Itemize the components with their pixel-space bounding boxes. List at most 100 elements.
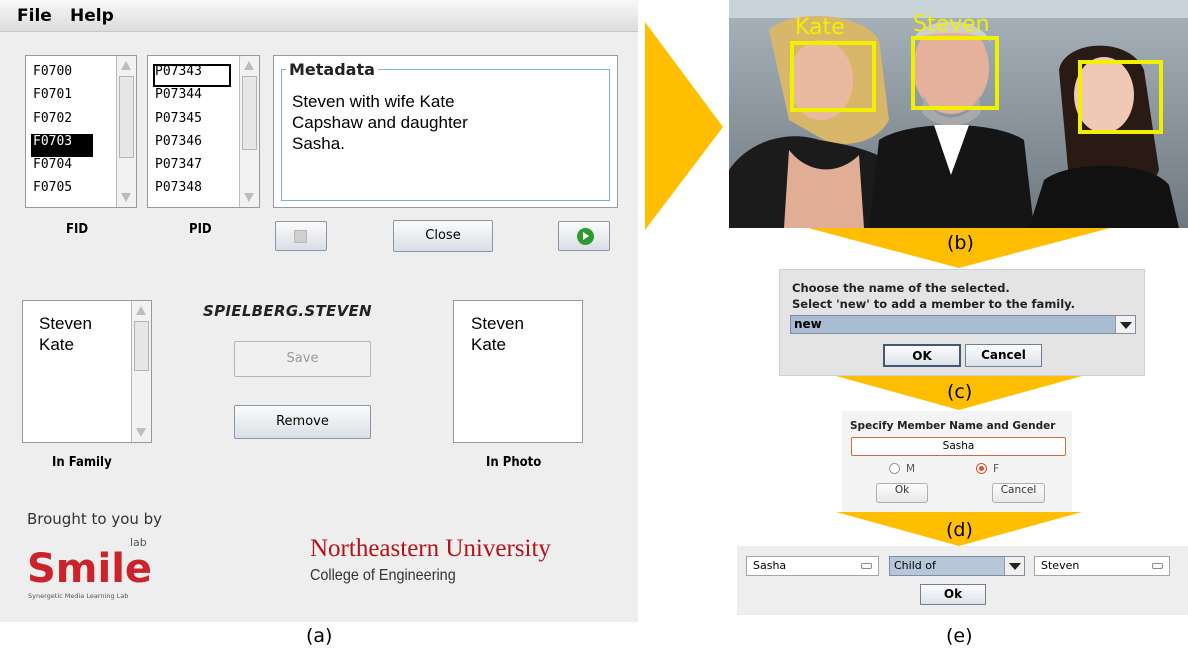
list-item[interactable]: F0701 [31,87,116,110]
dialog-message: Select 'new' to add a member to the fami… [792,297,1075,311]
pid-scrollbar[interactable] [239,56,259,207]
dialog-title: Specify Member Name and Gender [850,420,1056,432]
ok-button[interactable]: Ok [876,483,928,503]
scroll-down-icon[interactable] [119,189,134,205]
smile-lab-logo: Smile lab Synergetic Media Learning Lab [27,536,152,600]
family-photo: Kate Steven [729,0,1188,228]
menu-bar: File Help [0,0,638,32]
radio-on-icon [976,463,987,474]
scroll-thumb[interactable] [242,76,257,150]
panel-label-b: (b) [947,232,974,254]
metadata-title: Metadata [286,60,378,79]
panel-label-d: (d) [946,519,973,541]
scroll-up-icon[interactable] [134,303,149,319]
university-logo: Northeastern University College of Engin… [310,535,551,585]
dropdown-button[interactable] [1004,557,1024,575]
list-item[interactable]: F0705 [31,180,116,203]
previous-button[interactable] [275,221,327,251]
list-item[interactable]: Kate [39,334,131,355]
list-item[interactable]: F0702 [31,111,116,134]
gender-radio-m[interactable]: M [889,463,915,475]
university-name: Northeastern University [310,535,551,562]
scroll-thumb[interactable] [119,76,134,158]
app-window: File Help F0700 F0701 F0702 F0703 F0704 … [0,0,638,622]
gender-radio-f[interactable]: F [976,463,999,475]
metadata-line: Capshaw and daughter [292,113,468,132]
left-arrow-icon [294,230,307,243]
in-photo-caption: In Photo [486,455,542,470]
radio-label: M [906,463,916,475]
right-arrow-circle-icon [577,228,594,245]
list-item[interactable]: F0700 [31,64,116,87]
combo-toggle-icon [1152,563,1163,569]
chevron-down-icon [1009,563,1021,570]
list-item[interactable]: P07345 [153,111,239,134]
scroll-down-icon[interactable] [134,424,149,440]
relation-editor: Sasha Child of Steven Ok [737,546,1188,615]
chevron-down-icon [1120,322,1132,329]
list-item-selected[interactable]: P07343 [153,64,231,88]
relation-person-b[interactable]: Steven [1034,556,1170,576]
smile-lab-text: lab [130,536,147,549]
remove-button[interactable]: Remove [234,405,371,439]
dialog-message: Choose the name of the selected. [792,281,1010,295]
save-button[interactable]: Save [234,341,371,377]
fid-list[interactable]: F0700 F0701 F0702 F0703 F0704 F0705 [25,55,137,208]
in-family-list[interactable]: Steven Kate [22,300,152,443]
pid-caption: PID [189,222,212,237]
face-tag-kate: Kate [795,15,845,40]
face-tag-steven: Steven [913,12,990,37]
smile-logo-text: Smile [27,546,152,592]
list-item[interactable]: Steven [471,313,582,334]
family-scrollbar[interactable] [131,301,151,442]
metadata-panel: Metadata Steven with wife Kate Capshaw a… [273,55,618,208]
person-title: SPIELBERG.STEVEN [203,302,372,320]
dropdown-button[interactable] [1115,316,1135,333]
scroll-thumb[interactable] [134,321,149,371]
in-family-caption: In Family [52,455,112,470]
scroll-up-icon[interactable] [119,58,134,74]
menu-file[interactable]: File [17,6,52,26]
list-item[interactable]: F0704 [31,157,116,180]
brought-by-text: Brought to you by [27,510,163,528]
close-button[interactable]: Close [393,220,493,252]
choose-name-dialog: Choose the name of the selected. Select … [779,269,1145,376]
member-name-input[interactable]: Sasha [851,437,1066,456]
smile-tagline: Synergetic Media Learning Lab [28,592,128,600]
panel-label-e: (e) [946,625,973,647]
combo-value: Child of [894,559,936,572]
list-item[interactable]: P07347 [153,157,239,180]
radio-off-icon [889,463,900,474]
panel-label-c: (c) [947,381,973,403]
flow-arrow-a-to-b [645,22,723,230]
cancel-button[interactable]: Cancel [992,483,1045,503]
list-item[interactable]: P07346 [153,134,239,157]
member-select-value: new [794,317,822,331]
scroll-up-icon[interactable] [242,58,257,74]
list-item[interactable]: Kate [471,334,582,355]
metadata-text: Steven with wife Kate Capshaw and daught… [292,91,562,154]
relation-person-a[interactable]: Sasha [746,556,879,576]
combo-value: Sasha [753,559,787,572]
list-item-selected[interactable]: F0703 [31,133,93,158]
list-item[interactable]: Steven [39,313,131,334]
list-item[interactable]: P07348 [153,180,239,203]
list-item[interactable]: P07344 [153,87,239,110]
college-name: College of Engineering [310,567,456,584]
next-button[interactable] [558,221,610,251]
relation-type-select[interactable]: Child of [889,556,1025,576]
panel-label-a: (a) [306,625,333,647]
member-select[interactable]: new [790,315,1136,334]
ok-button[interactable]: OK [883,344,961,367]
menu-help[interactable]: Help [70,6,114,26]
in-photo-list[interactable]: Steven Kate [453,300,583,443]
combo-value: Steven [1041,559,1080,572]
combo-toggle-icon [861,563,872,569]
cancel-button[interactable]: Cancel [965,344,1042,367]
radio-label: F [993,463,1000,475]
fid-scrollbar[interactable] [116,56,136,207]
fid-caption: FID [66,222,89,237]
pid-list[interactable]: P07343 P07344 P07345 P07346 P07347 P0734… [147,55,260,208]
scroll-down-icon[interactable] [242,189,257,205]
ok-button[interactable]: Ok [920,584,986,605]
